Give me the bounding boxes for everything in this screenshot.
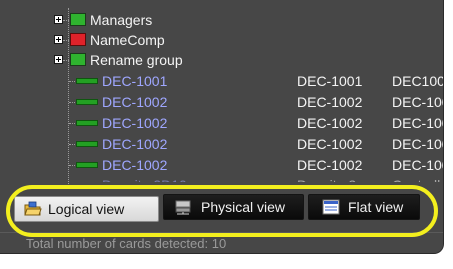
card-icon — [76, 99, 98, 105]
tab-label: Flat view — [348, 199, 404, 215]
tab-physical-view[interactable]: Physical view — [163, 194, 304, 220]
expand-icon[interactable] — [54, 35, 63, 44]
card-count-text: Total number of cards detected: 10 — [26, 236, 227, 251]
card-column-3: DEC-100 — [392, 136, 444, 152]
green-folder-icon — [70, 53, 86, 66]
tree-group-managers[interactable]: Managers — [0, 10, 443, 30]
card-name: DEC-1001 — [102, 73, 168, 89]
tree-connector — [63, 40, 69, 41]
card-icon — [76, 141, 98, 147]
group-label: NameComp — [90, 32, 165, 48]
card-column-2: DEC-1002 — [297, 115, 363, 131]
red-folder-icon — [70, 33, 86, 46]
expand-icon[interactable] — [54, 15, 63, 24]
card-tree: Managers NameComp Rename group DEC-1001 … — [0, 0, 443, 190]
green-folder-icon — [70, 13, 86, 26]
network-icon — [175, 200, 191, 215]
tree-row[interactable]: DEC-1002 DEC-1002 DEC-100 — [0, 92, 443, 112]
card-column-3: DEC-100 — [392, 115, 444, 131]
tree-row[interactable]: DEC-1001 DEC-1001 DEC100 — [0, 71, 443, 91]
group-label: Managers — [90, 12, 153, 28]
card-tree-panel: Managers NameComp Rename group DEC-1001 … — [0, 0, 444, 254]
tree-group-namecomp[interactable]: NameComp — [0, 30, 443, 50]
card-column-3: DEC100 — [392, 73, 444, 89]
tree-row[interactable]: DEC-1002 DEC-1002 DEC-100 — [0, 113, 443, 133]
card-icon — [76, 120, 98, 126]
tree-row[interactable]: DEC-1002 DEC-1002 DEC-100 — [0, 134, 443, 154]
window-frame: Managers NameComp Rename group DEC-1001 … — [0, 0, 453, 269]
card-name: DEC-1002 — [102, 94, 168, 110]
tree-group-rename-group[interactable]: Rename group — [0, 50, 443, 70]
card-column-2: DEC-1002 — [297, 157, 363, 173]
card-icon — [76, 182, 98, 188]
tab-logical-view[interactable]: Logical view — [14, 196, 159, 222]
group-label: Rename group — [90, 52, 183, 68]
status-bar: Total number of cards detected: 10 — [0, 232, 443, 253]
card-icon — [76, 162, 98, 168]
card-name: DEC-1002 — [102, 115, 168, 131]
card-column-2: DEC-1001 — [297, 73, 363, 89]
tab-flat-view[interactable]: Flat view — [308, 194, 420, 220]
card-name: DEC-1002 — [102, 136, 168, 152]
folder-icon — [24, 201, 42, 216]
tree-connector — [63, 20, 69, 21]
card-column-3: DEC-100 — [392, 94, 444, 110]
tab-label: Physical view — [201, 199, 286, 215]
card-icon — [76, 78, 98, 84]
list-icon — [322, 199, 340, 215]
card-column-2: DEC-1002 — [297, 136, 363, 152]
card-name: DEC-1002 — [102, 157, 168, 173]
tab-label: Logical view — [48, 201, 125, 217]
card-column-3: DEC-100 — [392, 157, 444, 173]
card-column-2: DEC-1002 — [297, 94, 363, 110]
tree-row[interactable]: DEC-1002 DEC-1002 DEC-100 — [0, 155, 443, 175]
tree-connector — [63, 60, 69, 61]
view-tab-strip: Logical view Physical view Flat view — [0, 190, 443, 228]
expand-icon[interactable] — [54, 55, 63, 64]
